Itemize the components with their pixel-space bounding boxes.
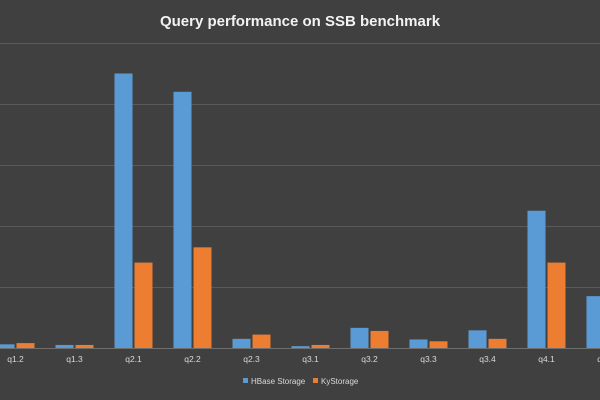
bar-kystorage-q3-3 bbox=[429, 341, 448, 348]
x-tick-label: q3.4 bbox=[479, 354, 496, 364]
bar-hbase-storage-q2-2 bbox=[173, 91, 192, 349]
bar-hbase-storage-q4-1 bbox=[527, 210, 546, 348]
x-tick-label: q1.2 bbox=[7, 354, 24, 364]
bar-hbase-storage-q3-1 bbox=[291, 346, 310, 348]
x-tick-label: q2.1 bbox=[125, 354, 142, 364]
x-tick-label: q1.3 bbox=[66, 354, 83, 364]
bars bbox=[0, 73, 600, 349]
legend[interactable]: HBase Storage KyStorage bbox=[243, 377, 359, 386]
bar-kystorage-q2-3 bbox=[252, 334, 271, 348]
chart-container: Query performance on SSB benchmark q1.2 q… bbox=[0, 0, 600, 400]
bar-kystorage-q3-4 bbox=[488, 338, 507, 348]
x-tick-label: q2.3 bbox=[243, 354, 260, 364]
bar-kystorage-q2-2 bbox=[193, 247, 212, 348]
legend-label: KyStorage bbox=[321, 377, 359, 386]
bar-hbase-storage-q3-3 bbox=[409, 339, 428, 348]
gridlines bbox=[0, 43, 600, 288]
legend-swatch bbox=[313, 378, 318, 383]
bar-kystorage-q1-3 bbox=[75, 344, 94, 348]
legend-swatch bbox=[243, 378, 248, 383]
legend-item-hbase-storage[interactable]: HBase Storage bbox=[243, 377, 306, 386]
x-tick-label: q2.2 bbox=[184, 354, 201, 364]
bar-hbase-storage-q2-3 bbox=[232, 338, 251, 348]
bar-kystorage-q2-1 bbox=[134, 262, 153, 348]
chart-title: Query performance on SSB benchmark bbox=[160, 13, 441, 30]
bar-hbase-storage-q3-4 bbox=[468, 330, 487, 348]
bar-hbase-storage-q1-2 bbox=[0, 344, 15, 348]
x-tick-label: q3.3 bbox=[420, 354, 437, 364]
bar-kystorage-q4-1 bbox=[547, 262, 566, 348]
bar-hbase-storage-q4-2 bbox=[586, 296, 600, 348]
legend-label: HBase Storage bbox=[251, 377, 306, 386]
bar-kystorage-q3-1 bbox=[311, 344, 330, 348]
x-tick-label: q3.2 bbox=[361, 354, 378, 364]
bar-kystorage-q1-2 bbox=[16, 343, 35, 348]
bar-hbase-storage-q3-2 bbox=[350, 327, 369, 348]
x-tick-label: q3.1 bbox=[302, 354, 319, 364]
bar-hbase-storage-q2-1 bbox=[114, 73, 133, 348]
bar-chart: Query performance on SSB benchmark q1.2 q… bbox=[0, 13, 600, 386]
bar-hbase-storage-q1-3 bbox=[55, 344, 74, 348]
legend-item-kystorage[interactable]: KyStorage bbox=[313, 377, 359, 386]
x-tick-label: q4.1 bbox=[538, 354, 555, 364]
x-axis: q1.2 q1.3 q2.1 q2.2 q2.3 q3.1 q3.2 q3.3 q3.4 q4.1… bbox=[0, 348, 600, 364]
bar-kystorage-q3-2 bbox=[370, 330, 389, 348]
